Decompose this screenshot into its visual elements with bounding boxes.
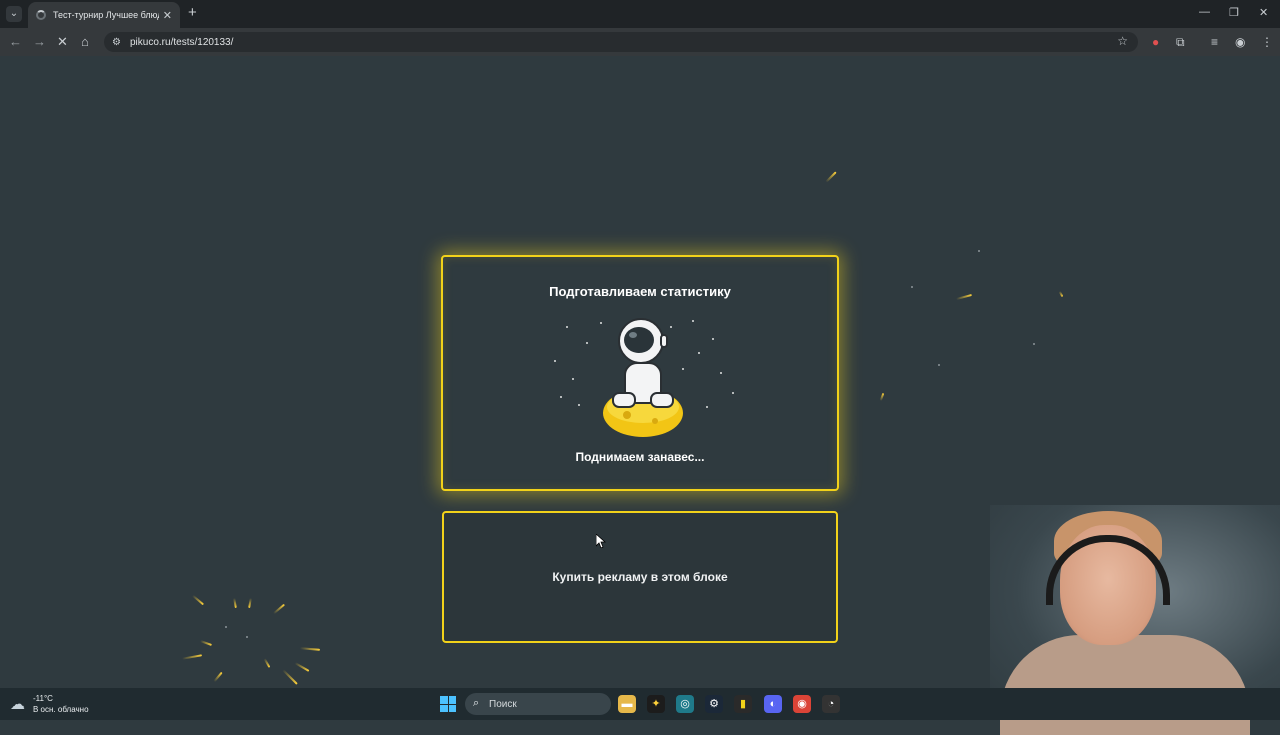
spark [879,392,885,402]
ad-block[interactable]: Купить рекламу в этом блоке [442,511,838,643]
windows-start-icon[interactable] [440,696,456,712]
taskbar-search[interactable]: ⌕ Поиск [465,693,611,715]
spark [233,597,237,609]
browser-app-icon[interactable]: ◎ [676,695,694,713]
spark [263,658,271,668]
card-title: Подготавливаем статистику [549,284,731,299]
star-dot [225,626,227,628]
new-tab-button[interactable]: + [188,5,197,21]
extension-icon[interactable]: ● [1152,35,1159,49]
spark [294,662,310,672]
star-dot [1033,343,1035,345]
obs-icon[interactable]: ◔ [822,695,840,713]
tab-search-button[interactable]: ⌄ [6,6,22,22]
bookmark-star-icon[interactable]: ☆ [1117,34,1128,48]
cloud-icon[interactable]: ☁ [10,695,25,713]
tab-title: Тест-турнир Лучшее блюдо н… [53,10,159,20]
discord-icon[interactable]: ◐ [764,695,782,713]
ad-block-label[interactable]: Купить рекламу в этом блоке [444,570,836,584]
weather-description[interactable]: В осн. облачно [33,705,89,714]
site-info-icon[interactable]: ⚙ [112,37,124,48]
forward-button[interactable]: → [33,34,46,50]
home-button[interactable]: ⌂ [81,34,89,50]
minimize-button[interactable]: — [1199,6,1210,18]
spark [181,654,203,660]
loading-spinner-icon [36,10,46,20]
mouse-cursor-icon [596,534,606,548]
spark [825,171,837,183]
browser-toolbar: ← → ✕ ⌂ ⚙ pikuco.ru/tests/120133/ ☆ ● ⧉ … [0,28,1280,56]
star-dot [911,286,913,288]
star-dot [938,364,940,366]
steam-icon[interactable]: ⚙ [705,695,723,713]
star-dot [978,250,980,252]
card-subtitle: Поднимаем занавес... [575,450,705,464]
profile-avatar-icon[interactable]: ◉ [1235,35,1245,49]
search-icon: ⌕ [473,697,480,709]
spark [282,669,298,685]
tab-strip: ⌄ Тест-турнир Лучшее блюдо н… ✕ + — ❐ ✕ [0,0,1280,28]
chrome-icon[interactable]: ◉ [793,695,811,713]
star-dot [246,636,248,638]
menu-kebab-icon[interactable]: ⋮ [1261,35,1273,49]
back-button[interactable]: ← [9,34,22,50]
spark [272,603,286,615]
app-icon[interactable]: ▮ [734,695,752,713]
tab-active[interactable]: Тест-турнир Лучшее блюдо н… ✕ [28,2,180,28]
file-explorer-icon[interactable]: ▬ [618,695,636,713]
address-bar[interactable]: ⚙ pikuco.ru/tests/120133/ ☆ [104,32,1138,52]
app-icon[interactable]: ✦ [647,695,665,713]
address-url[interactable]: pikuco.ru/tests/120133/ [130,37,233,48]
statistics-loading-card: Подготавливаем статистику Поднимаем зана… [441,255,839,491]
spark [200,640,212,646]
extensions-puzzle-icon[interactable]: ⧉ [1176,35,1185,49]
spark [248,597,252,609]
spark [191,594,205,606]
restore-button[interactable]: ❐ [1229,6,1239,19]
stop-button[interactable]: ✕ [57,34,68,50]
spark [956,293,972,301]
close-tab-icon[interactable]: ✕ [163,9,172,22]
media-controls-icon[interactable]: ≡ [1211,35,1218,49]
taskbar-search-placeholder: Поиск [489,699,517,710]
person-shirt [1000,635,1250,735]
weather-temperature[interactable]: -11°C [33,694,53,703]
spark [1058,290,1064,298]
spark [213,671,223,683]
astronaut-on-moon-illustration [554,318,734,437]
taskbar: ☁ -11°C В осн. облачно ⌕ Поиск ▬ ✦ ◎ ⚙ ▮… [0,688,1280,720]
spark [299,647,321,651]
close-window-button[interactable]: ✕ [1259,6,1268,19]
